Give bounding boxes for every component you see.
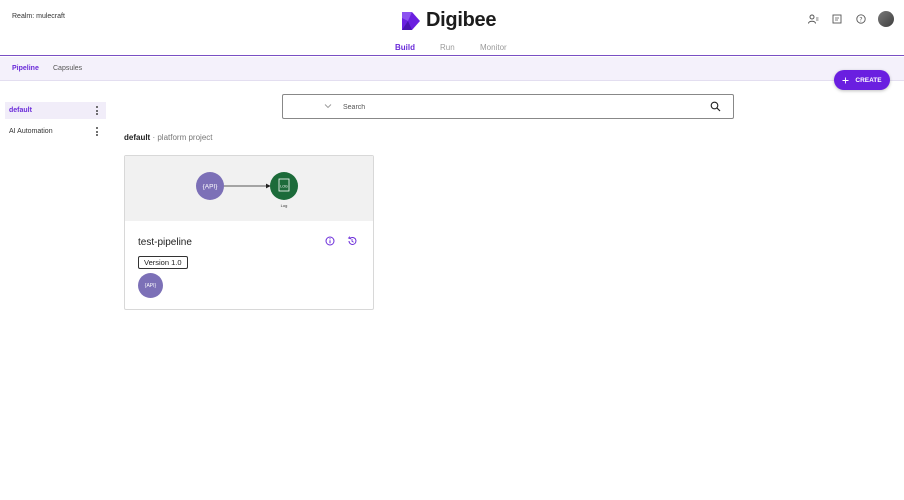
pipeline-card[interactable]: {API} LOG Log test-pipeline Version 1.0 … <box>124 155 374 310</box>
breadcrumb-description: · platform project <box>152 133 213 142</box>
create-button-label: CREATE <box>855 76 882 84</box>
info-icon[interactable] <box>325 236 335 246</box>
sub-navigation: Pipeline Capsules <box>0 57 904 81</box>
pipeline-canvas-preview: {API} LOG Log <box>125 156 373 221</box>
chevron-down-icon[interactable] <box>324 103 332 109</box>
project-sidebar: default AI Automation <box>5 102 106 144</box>
nav-tab-monitor[interactable]: Monitor <box>480 43 507 52</box>
realm-label: Realm: mulecraft <box>12 13 65 20</box>
more-options-icon[interactable] <box>96 106 99 115</box>
log-step-label: Log <box>281 203 288 208</box>
subnav-tab-pipeline[interactable]: Pipeline <box>12 65 39 72</box>
help-icon[interactable]: ? <box>854 12 868 26</box>
nav-tab-build[interactable]: Build <box>395 43 415 52</box>
digibee-logo-icon <box>402 11 420 30</box>
nav-tab-run[interactable]: Run <box>440 43 455 52</box>
pipeline-card-actions <box>325 236 357 246</box>
subnav-tab-capsules[interactable]: Capsules <box>53 65 82 72</box>
user-switch-icon[interactable] <box>806 12 820 26</box>
plus-icon <box>842 77 849 83</box>
log-step-node: LOG Log <box>270 172 298 208</box>
svg-text:?: ? <box>859 16 862 23</box>
trigger-node: {API} <box>196 172 224 200</box>
breadcrumb-project: default <box>124 133 151 142</box>
pipeline-title[interactable]: test-pipeline <box>138 237 192 248</box>
pipeline-flow-diagram: {API} LOG Log <box>196 172 298 208</box>
version-badge: Version 1.0 <box>138 256 188 269</box>
app-header: Realm: mulecraft Digibee Build Run Monit… <box>0 0 904 56</box>
document-icon[interactable] <box>830 12 844 26</box>
api-trigger-badge: {API} <box>138 273 163 298</box>
sidebar-item-ai-automation[interactable]: AI Automation <box>5 123 106 140</box>
sidebar-item-label: AI Automation <box>9 128 53 135</box>
sidebar-item-default[interactable]: default <box>5 102 106 119</box>
sidebar-item-label: default <box>9 107 32 114</box>
search-bar <box>282 94 734 119</box>
trigger-node-label: {API} <box>203 184 219 191</box>
logo[interactable]: Digibee <box>400 9 496 32</box>
logo-text: Digibee <box>426 9 497 31</box>
more-options-icon[interactable] <box>96 127 99 136</box>
user-avatar[interactable] <box>878 11 894 27</box>
header-actions: ? <box>806 11 894 27</box>
breadcrumb: default · platform project <box>124 133 213 142</box>
search-icon[interactable] <box>710 101 721 112</box>
history-icon[interactable] <box>347 236 357 246</box>
create-button[interactable]: CREATE <box>834 70 890 90</box>
log-step-icon-text: LOG <box>280 185 288 189</box>
search-input[interactable] <box>343 101 683 113</box>
